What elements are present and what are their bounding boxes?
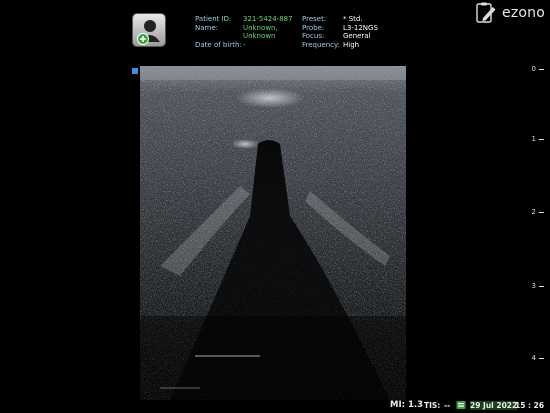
frequency-value[interactable]: High xyxy=(343,41,378,50)
patient-name-line1: Unknown, xyxy=(243,23,278,32)
depth-tick-1: 1 xyxy=(532,135,544,143)
focus-label: Focus: xyxy=(302,32,325,40)
add-patient-button[interactable] xyxy=(132,13,166,47)
time-display: 15 : 26 xyxy=(515,401,545,410)
settings-labels: Preset: Probe: Focus: Frequency: xyxy=(302,15,340,49)
patient-info-labels: Patient ID: Name: Date of birth: xyxy=(195,15,242,49)
mi-readout: MI: 1.3 xyxy=(390,400,424,410)
storage-icon xyxy=(456,400,466,412)
depth-tick-2: 2 xyxy=(532,208,544,216)
ezono-logo: ezono xyxy=(502,5,545,21)
depth-tick-4: 4 xyxy=(532,354,544,362)
tis-label: TIS: xyxy=(424,401,441,410)
patient-name-line2: Unknown xyxy=(243,32,276,40)
probe-label: Probe: xyxy=(302,23,325,32)
preset-label: Preset: xyxy=(302,15,327,23)
patient-dob-value: - xyxy=(243,40,246,49)
ultrasound-image xyxy=(140,66,406,400)
probe-value: L3-12NGS xyxy=(343,23,378,32)
clipboard-pen-icon xyxy=(476,2,496,23)
focus-value[interactable]: General xyxy=(343,32,378,41)
depth-tick-0: 0 xyxy=(532,65,544,73)
patient-info-values: 321-5424-887 Unknown, Unknown - xyxy=(243,15,293,49)
status-bar: MI: 1.3 TIS: -- 29 Jul 2022 15 : 26 xyxy=(390,398,550,413)
frequency-label: Frequency: xyxy=(302,40,341,49)
depth-tick-3: 3 xyxy=(532,282,544,290)
patient-id-value: 321-5424-887 xyxy=(243,15,293,23)
date-display: 29 Jul 2022 xyxy=(470,401,518,410)
preset-value[interactable]: * Std. xyxy=(343,15,378,24)
depth-scale: 0 1 2 3 4 xyxy=(517,60,550,370)
tis-value: -- xyxy=(444,401,451,410)
patient-dob-label: Date of birth: xyxy=(195,40,242,49)
add-patient-icon xyxy=(137,20,160,45)
report-button[interactable] xyxy=(474,1,498,25)
orientation-marker xyxy=(132,68,138,74)
settings-values: * Std. L3-12NGS General High xyxy=(343,15,378,49)
patient-id-label: Patient ID: xyxy=(195,15,232,23)
patient-name-label: Name: xyxy=(195,23,219,32)
